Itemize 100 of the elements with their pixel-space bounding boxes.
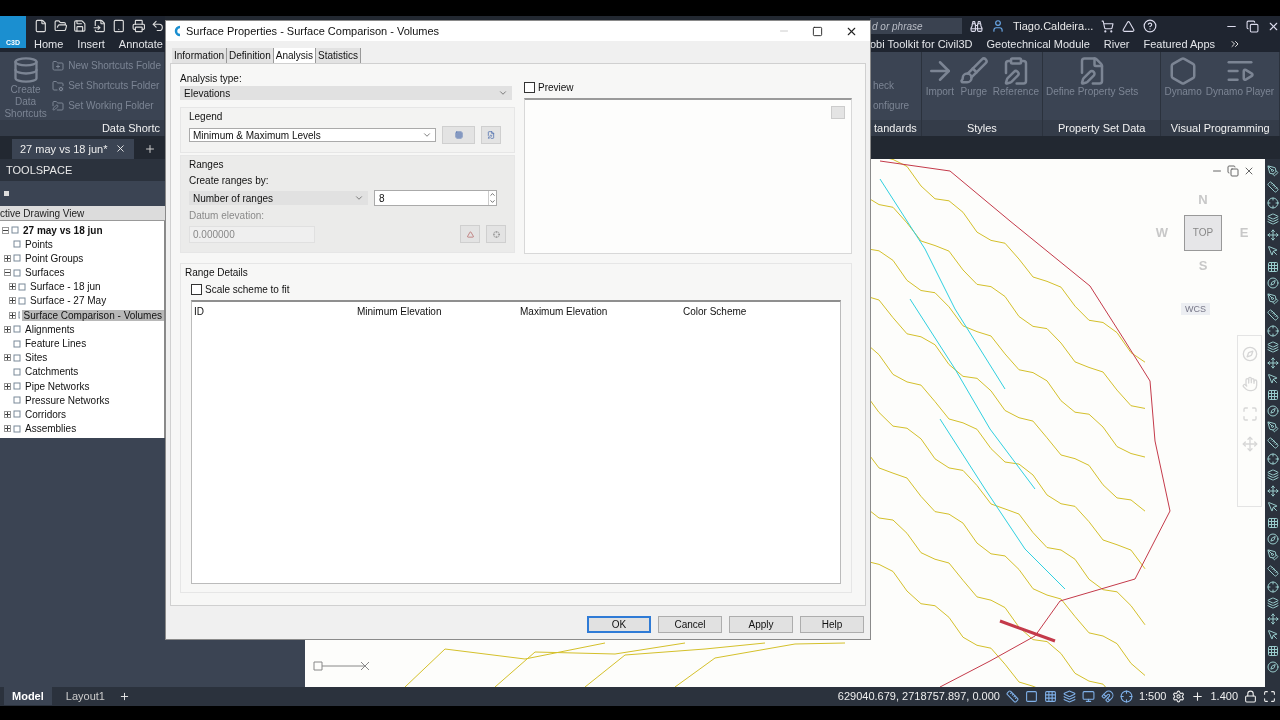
column-header[interactable]: Minimum Elevation [357,306,520,317]
compass-icon[interactable] [1266,276,1279,289]
column-header[interactable]: Maximum Elevation [520,306,683,317]
pen-icon[interactable] [1266,164,1279,177]
crosshair-icon[interactable] [1266,196,1279,209]
expand-toggle[interactable] [9,297,16,305]
user-name[interactable]: Tiago.Caldeira... [1013,20,1094,32]
dialog-tab[interactable]: Analysis [273,48,316,63]
square-icon[interactable] [1024,689,1038,703]
tree-item[interactable]: Feature Lines [23,338,89,350]
expand-toggle[interactable] [4,325,11,333]
ruler-icon[interactable] [1005,689,1019,703]
ruler-icon[interactable] [1266,180,1279,193]
pen-icon[interactable] [1266,420,1279,433]
user-icon[interactable] [991,19,1005,33]
compass-icon[interactable] [1266,660,1279,673]
layers-icon[interactable] [1266,468,1279,481]
ucs-menu[interactable]: WCS [1181,302,1210,315]
layers-icon[interactable] [1266,596,1279,609]
tree-item[interactable]: Sites [23,352,50,364]
magnet-icon[interactable] [1100,689,1114,703]
pointer-icon[interactable] [1266,244,1279,257]
dialog-tab[interactable]: Statistics [316,48,361,63]
expand-toggle[interactable] [9,311,16,319]
tree-item[interactable]: Surfaces [23,267,67,279]
preview-checkbox[interactable] [524,82,535,93]
ribbon-tab[interactable]: River [1103,38,1130,50]
expand-toggle[interactable] [4,269,11,277]
search-field[interactable]: d or phrase [870,18,962,34]
new-file-icon[interactable] [34,19,48,33]
dialog-button[interactable]: Cancel [658,616,722,633]
expand-toggle[interactable] [4,411,11,418]
scale-checkbox[interactable] [191,284,202,295]
tree-item[interactable]: Catchments [23,366,81,378]
column-header[interactable]: Color Scheme [683,306,838,317]
move-icon[interactable] [1266,228,1279,241]
binoculars-icon[interactable] [970,19,983,33]
layout-tab[interactable]: Layout1 [57,687,113,706]
add-tab-icon[interactable] [144,142,157,155]
plus-icon[interactable] [1191,689,1205,703]
tree-item[interactable]: Points [23,238,55,250]
tree-item[interactable]: Alignments [23,323,77,335]
monitor-icon[interactable] [1081,689,1095,703]
toolbar-icon[interactable] [4,190,9,196]
maximize-icon[interactable] [812,25,823,37]
legend-dropdown[interactable]: Minimum & Maximum Levels [189,128,436,142]
layers-icon[interactable] [1266,340,1279,353]
tree-item[interactable]: Pressure Networks [23,394,112,406]
restore-icon[interactable] [1246,19,1259,33]
ruler-icon[interactable] [1266,564,1279,577]
ribbon-tab[interactable]: Home [34,38,64,50]
dialog-tab[interactable]: Information [172,48,228,63]
tree-item[interactable]: Corridors [23,409,69,420]
folder-icon[interactable] [53,19,68,33]
expand-toggle[interactable] [4,354,11,362]
move-icon[interactable] [1266,356,1279,369]
expand-toggle[interactable] [4,254,11,262]
expand-toggle[interactable] [4,425,11,433]
tree-item[interactable]: Pipe Networks [23,380,92,392]
lock-icon[interactable] [1244,689,1257,703]
compass-icon[interactable] [1266,404,1279,417]
layers-icon[interactable] [1062,689,1076,703]
compass-icon[interactable] [1266,532,1279,545]
ruler-icon[interactable] [1266,436,1279,449]
pointer-icon[interactable] [1266,628,1279,641]
ribbon-tab[interactable]: Annotate [118,38,163,50]
tree-item[interactable]: Assemblies [23,423,79,435]
tree-item[interactable]: 27 may vs 18 jun [21,224,105,236]
layout-tab[interactable]: Model [4,687,52,706]
pen-icon[interactable] [1266,548,1279,561]
move-icon[interactable] [1266,484,1279,497]
scale-selector[interactable]: 1:500 [1138,690,1167,703]
ranges-count-spinner[interactable]: 8 [374,190,497,206]
chevron-up-icon[interactable] [489,191,496,198]
analysis-type-dropdown[interactable]: Elevations [180,86,512,100]
ranges-method-dropdown[interactable]: Number of ranges [189,191,368,205]
tree-item[interactable]: Surface - 18 jun [28,281,103,293]
triangle-icon[interactable] [1122,19,1136,33]
crosshair-icon[interactable] [1119,689,1133,703]
tree-item[interactable]: Surface Comparison - Volumes [21,309,164,321]
layers-icon[interactable] [1266,212,1279,225]
dialog-button[interactable]: OK [587,616,651,633]
tree-item[interactable]: Point Groups [23,252,86,264]
settings-icon[interactable] [1172,689,1186,703]
expand-toggle[interactable] [4,382,11,390]
document-tab[interactable]: 27 may vs 18 jun* [12,138,135,159]
crosshair-icon[interactable] [1266,580,1279,593]
file-import-icon[interactable] [92,19,107,33]
add-layout-icon[interactable] [118,690,130,702]
ribbon-tab[interactable]: Featured Apps [1143,38,1216,50]
dialog-tab[interactable]: Definition [227,48,274,63]
ruler-icon[interactable] [1266,308,1279,321]
cart-icon[interactable] [1101,19,1115,33]
tree-item[interactable]: Surface - 27 May [28,295,109,307]
ribbon-tab[interactable]: obi Toolkit for Civil3D [870,38,973,50]
close-icon[interactable] [115,143,127,155]
fullscreen-icon[interactable] [1263,689,1276,703]
dialog-button[interactable]: Apply [729,616,793,633]
expand-toggle[interactable] [2,226,9,234]
expand-toggle[interactable] [9,283,16,291]
